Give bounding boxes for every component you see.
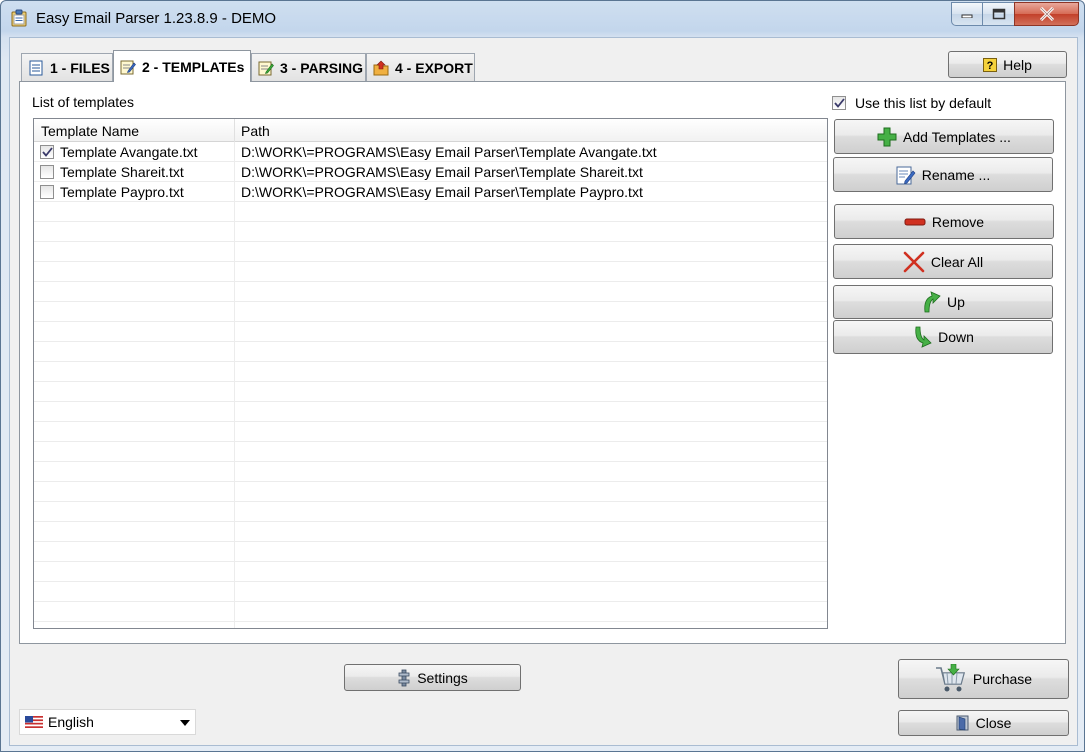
exit-door-icon: [956, 715, 969, 731]
close-window-button[interactable]: [1014, 2, 1079, 26]
column-gridline: [234, 142, 235, 628]
app-window: Easy Email Parser 1.23.8.9 - DEMO 1 - FI…: [0, 0, 1085, 752]
chevron-down-icon[interactable]: [180, 720, 190, 726]
tab-parsing-label: 3 - PARSING: [280, 59, 363, 76]
up-button[interactable]: Up: [833, 285, 1053, 319]
maximize-icon: [992, 8, 1005, 20]
down-button[interactable]: Down: [833, 320, 1053, 354]
column-header-path[interactable]: Path: [241, 123, 270, 139]
use-default-toggle[interactable]: Use this list by default: [832, 95, 991, 111]
row-checkbox[interactable]: [40, 185, 54, 199]
close-label: Close: [975, 715, 1012, 731]
us-flag-icon: [25, 716, 43, 728]
close-button[interactable]: Close: [898, 710, 1069, 736]
row-template-path: D:\WORK\=PROGRAMS\Easy Email Parser\Temp…: [241, 184, 643, 200]
rename-edit-icon: [896, 166, 916, 184]
clear-all-label: Clear All: [930, 253, 984, 270]
remove-label: Remove: [931, 213, 985, 230]
remove-button[interactable]: Remove: [834, 204, 1054, 239]
rename-label: Rename ...: [921, 166, 991, 183]
title-bar[interactable]: Easy Email Parser 1.23.8.9 - DEMO: [1, 1, 1084, 37]
down-label: Down: [938, 329, 974, 345]
tab-templates-label: 2 - TEMPLATEs: [142, 58, 245, 75]
minus-icon: [904, 218, 926, 225]
column-separator[interactable]: [234, 119, 235, 142]
arrow-down-icon: [915, 326, 932, 348]
table-row[interactable]: Template Paypro.txt D:\WORK\=PROGRAMS\Ea…: [34, 182, 827, 202]
row-checkbox[interactable]: [40, 165, 54, 179]
window-title: Easy Email Parser 1.23.8.9 - DEMO: [36, 10, 277, 27]
language-value: English: [48, 714, 94, 730]
minimize-button[interactable]: [951, 2, 982, 26]
settings-label: Settings: [417, 669, 468, 686]
list-rows: [34, 142, 827, 628]
help-label: Help: [1003, 56, 1032, 73]
settings-button[interactable]: Settings: [344, 664, 521, 691]
app-clipboard-icon: [11, 9, 27, 27]
column-header-template-name[interactable]: Template Name: [41, 123, 139, 139]
checkmark-icon: [41, 147, 53, 157]
tab-export-label: 4 - EXPORT: [395, 59, 473, 76]
table-row[interactable]: Template Shareit.txt D:\WORK\=PROGRAMS\E…: [34, 162, 827, 182]
list-of-templates-label: List of templates: [32, 94, 134, 110]
close-icon: [1039, 7, 1054, 21]
row-template-name: Template Paypro.txt: [60, 184, 184, 200]
help-button[interactable]: ? Help: [948, 51, 1067, 78]
red-x-icon: [903, 251, 925, 272]
row-template-path: D:\WORK\=PROGRAMS\Easy Email Parser\Temp…: [241, 164, 643, 180]
use-default-checkbox[interactable]: [832, 96, 846, 110]
templates-panel: List of templates Use this list by defau…: [19, 81, 1066, 644]
client-area: 1 - FILES 2 - TEMPLATEs 3 - PARSING 4 - …: [9, 37, 1078, 746]
row-template-path: D:\WORK\=PROGRAMS\Easy Email Parser\Temp…: [241, 144, 657, 160]
settings-tool-icon: [398, 669, 410, 686]
document-list-icon: [29, 60, 43, 75]
template-edit-icon: [120, 60, 136, 74]
row-template-name: Template Avangate.txt: [60, 144, 198, 160]
purchase-button[interactable]: Purchase: [898, 659, 1069, 699]
language-select[interactable]: English: [19, 709, 196, 735]
tab-parsing[interactable]: 3 - PARSING: [251, 53, 366, 81]
svg-text:?: ?: [987, 60, 994, 72]
tab-files[interactable]: 1 - FILES: [21, 53, 113, 81]
clear-all-button[interactable]: Clear All: [833, 244, 1053, 279]
help-icon: ?: [983, 57, 998, 72]
minimize-icon: [961, 14, 973, 18]
use-default-label: Use this list by default: [855, 95, 992, 111]
arrow-up-icon: [924, 291, 941, 313]
row-checkbox[interactable]: [40, 145, 54, 159]
parse-edit-icon: [258, 61, 274, 75]
shopping-cart-icon: [935, 664, 965, 692]
list-header: Template Name Path: [34, 119, 827, 142]
plus-icon: [877, 127, 897, 146]
up-label: Up: [947, 294, 965, 310]
purchase-label: Purchase: [972, 671, 1033, 687]
maximize-button[interactable]: [982, 2, 1014, 26]
export-folder-icon: [373, 60, 389, 75]
checkmark-icon: [833, 98, 845, 108]
add-templates-button[interactable]: Add Templates ...: [834, 119, 1054, 154]
rename-button[interactable]: Rename ...: [833, 157, 1053, 192]
tab-files-label: 1 - FILES: [50, 59, 110, 76]
templates-list[interactable]: Template Name Path Template Avangate.txt…: [33, 118, 828, 629]
tab-export[interactable]: 4 - EXPORT: [366, 53, 475, 81]
row-template-name: Template Shareit.txt: [60, 164, 184, 180]
table-row[interactable]: Template Avangate.txt D:\WORK\=PROGRAMS\…: [34, 142, 827, 162]
tab-templates[interactable]: 2 - TEMPLATEs: [113, 50, 251, 82]
add-templates-label: Add Templates ...: [903, 128, 1011, 145]
